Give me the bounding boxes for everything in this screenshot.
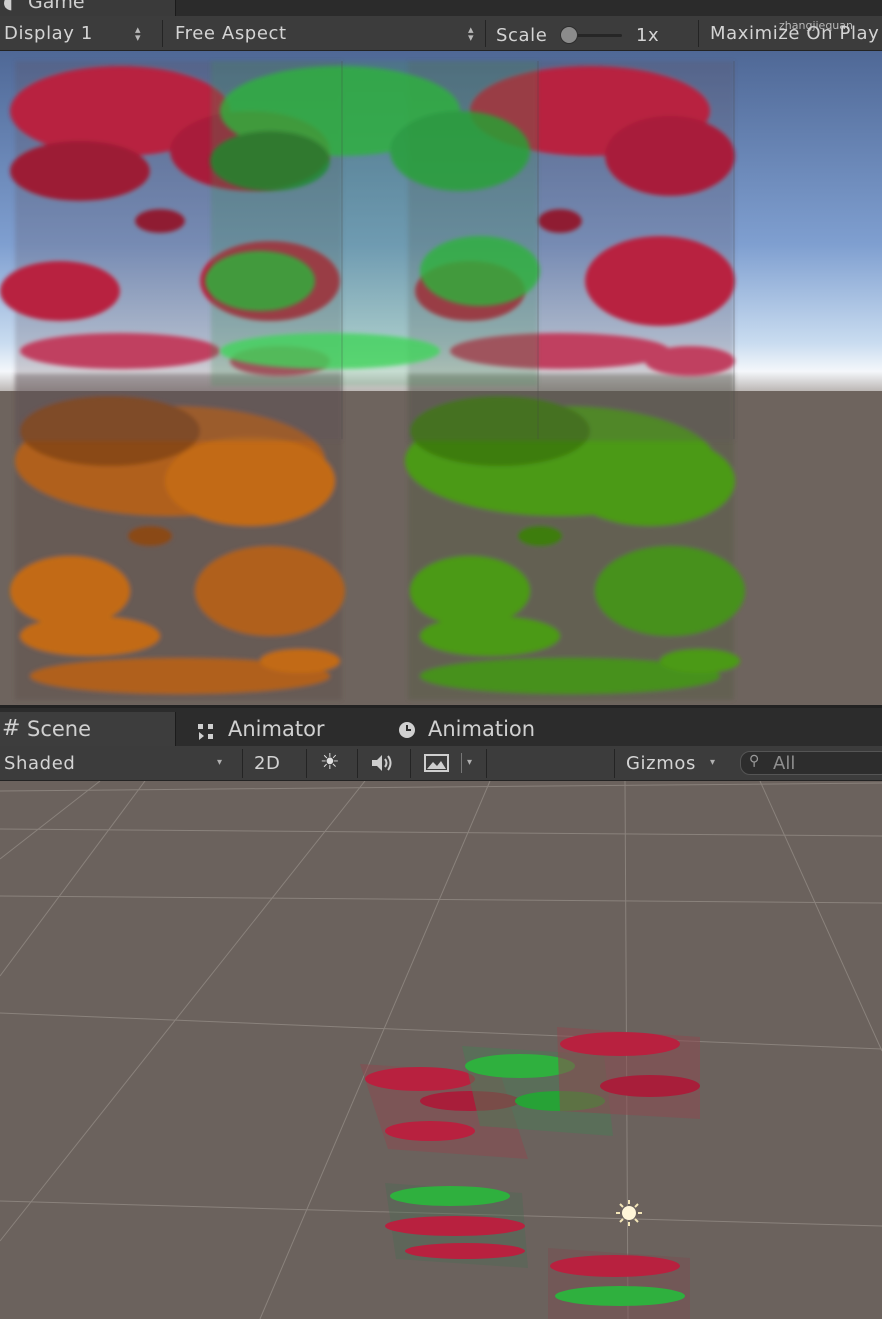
search-icon: ⚲	[749, 753, 760, 769]
separator	[410, 749, 411, 778]
separator	[485, 20, 486, 47]
display-dropdown[interactable]: Display 1 ▴ ▾	[0, 16, 150, 50]
animator-icon	[198, 721, 214, 740]
game-tab-bar: ◖ Game	[0, 0, 882, 16]
scene-search-input[interactable]: ⚲ All	[740, 751, 882, 775]
updown-arrows-icon: ▴ ▾	[135, 23, 141, 44]
tab-game-label: Game	[28, 0, 85, 13]
scene-render	[0, 781, 882, 1319]
separator	[242, 749, 243, 778]
separator	[306, 749, 307, 778]
tab-scene[interactable]: # Scene	[0, 712, 176, 746]
tab-game[interactable]: ◖ Game	[0, 0, 176, 16]
separator	[698, 20, 699, 47]
separator	[614, 749, 615, 778]
effects-dropdown-arrow-icon[interactable]: ▾	[467, 757, 472, 768]
toggle-2d-button[interactable]: 2D	[254, 753, 281, 774]
separator	[486, 749, 487, 778]
scene-quads	[360, 1027, 700, 1319]
scale-slider[interactable]	[560, 26, 626, 44]
scale-value: 1x	[636, 25, 660, 46]
aspect-dropdown[interactable]: Free Aspect ▴ ▾	[166, 16, 484, 50]
gizmos-dropdown[interactable]: Gizmos ▾	[620, 746, 730, 780]
game-viewport[interactable]	[0, 51, 882, 705]
updown-arrows-icon: ▴ ▾	[468, 23, 474, 44]
audio-toggle-speaker-icon[interactable]	[370, 751, 398, 779]
directional-light-sun-icon[interactable]	[616, 1200, 642, 1226]
gizmos-label: Gizmos	[626, 753, 696, 774]
hash-icon: #	[2, 716, 21, 741]
aspect-dropdown-label: Free Aspect	[175, 23, 287, 44]
separator	[357, 749, 358, 778]
tab-animation[interactable]: Animation	[390, 712, 580, 746]
scene-tab-bar: # Scene Animator Animation	[0, 708, 882, 746]
watermark-text: zhangjiequan	[779, 19, 853, 32]
scene-viewport[interactable]	[0, 781, 882, 1319]
shading-dropdown[interactable]: Shaded ▾	[0, 746, 236, 780]
scene-toolbar: Shaded ▾ 2D ☀ ▾ Gizmos ▾ ⚲ All	[0, 746, 882, 781]
tab-animation-label: Animation	[428, 717, 536, 741]
search-placeholder: All	[773, 753, 796, 774]
game-icon: ◖	[3, 0, 14, 13]
game-render	[0, 51, 882, 705]
slider-thumb[interactable]	[560, 26, 578, 44]
shading-dropdown-label: Shaded	[4, 753, 76, 774]
separator	[461, 753, 462, 773]
clock-icon	[398, 720, 416, 744]
tab-animator[interactable]: Animator	[190, 712, 380, 746]
game-toolbar: Display 1 ▴ ▾ Free Aspect ▴ ▾ Scale 1x Max…	[0, 16, 882, 51]
separator	[162, 20, 163, 47]
lighting-toggle-sun-icon[interactable]: ☀	[320, 750, 340, 775]
dropdown-arrow-icon: ▾	[710, 757, 716, 768]
dropdown-arrow-icon: ▾	[217, 757, 223, 768]
scale-label: Scale	[496, 25, 548, 46]
tab-scene-label: Scene	[27, 717, 92, 741]
tab-animator-label: Animator	[228, 717, 325, 741]
effects-image-icon[interactable]	[424, 754, 450, 776]
display-dropdown-label: Display 1	[4, 23, 93, 44]
quad-green	[205, 61, 540, 386]
